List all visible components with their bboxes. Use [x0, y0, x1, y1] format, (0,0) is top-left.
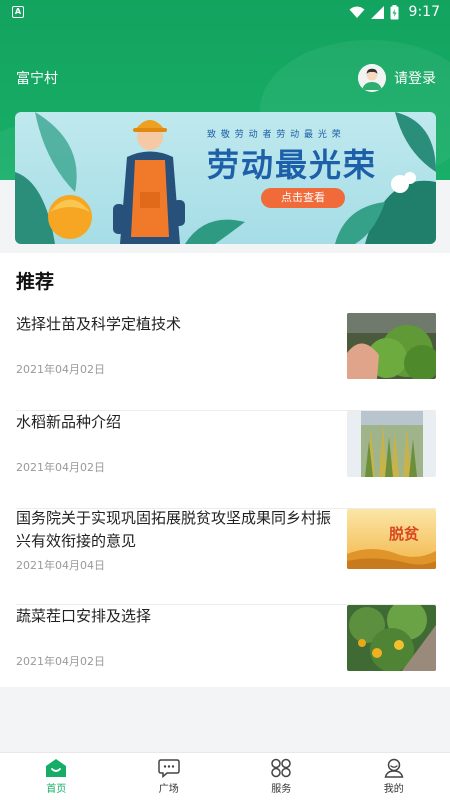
tab-label: 首页 [46, 784, 67, 795]
banner-small-text: 致 敬 劳 动 者 劳 动 最 光 荣 [207, 130, 342, 140]
top-bar: 富宁村 请登录 [0, 60, 450, 96]
news-thumbnail[interactable]: 脱贫 [347, 509, 436, 569]
news-date: 2021年04月02日 [16, 655, 105, 668]
notification-badge: A [12, 6, 24, 18]
list-item[interactable]: 水稻新品种介绍 2021年04月02日 [16, 411, 436, 509]
grid-icon [271, 758, 291, 778]
banner-view-button[interactable]: 点击查看 [261, 188, 345, 208]
list-item[interactable]: 国务院关于实现巩固拓展脱贫攻坚成果同乡村振兴有效衔接的意见 2021年04月04… [16, 507, 436, 605]
thumb-title-text: 脱贫 [389, 525, 420, 543]
status-time: 9:17 [408, 4, 440, 20]
status-bar: A 9:17 [0, 0, 450, 24]
village-name[interactable]: 富宁村 [16, 68, 58, 88]
login-label[interactable]: 请登录 [394, 68, 436, 88]
home-icon [46, 759, 67, 777]
news-thumbnail[interactable] [347, 411, 436, 477]
news-date: 2021年04月02日 [16, 461, 105, 474]
tab-label: 服务 [271, 784, 292, 795]
tab-label: 我的 [383, 784, 404, 795]
list-item[interactable]: 选择壮苗及科学定植技术 2021年04月02日 [16, 313, 436, 411]
wifi-icon [349, 6, 365, 18]
news-thumbnail[interactable] [347, 605, 436, 671]
banner-headline: 劳动最光荣 [207, 146, 378, 184]
bottom-nav: 首页 广场 服务 我的 [0, 752, 450, 800]
login-button[interactable]: 请登录 [358, 64, 436, 92]
recommend-section: 推荐 选择壮苗及科学定植技术 2021年04月02日 水稻新品种介绍 2021年… [0, 253, 450, 687]
tab-label: 广场 [158, 784, 179, 795]
avatar[interactable] [358, 64, 386, 92]
user-icon [384, 758, 404, 778]
news-title[interactable]: 水稻新品种介绍 [16, 411, 334, 434]
news-date: 2021年04月02日 [16, 363, 105, 376]
promo-banner[interactable]: 致 敬 劳 动 者 劳 动 最 光 荣 劳动最光荣 点击查看 [15, 112, 436, 244]
signal-icon [370, 5, 384, 19]
news-title[interactable]: 国务院关于实现巩固拓展脱贫攻坚成果同乡村振兴有效衔接的意见 [16, 507, 334, 553]
tab-mine[interactable]: 我的 [338, 753, 450, 800]
news-thumbnail[interactable] [347, 313, 436, 379]
news-title[interactable]: 选择壮苗及科学定植技术 [16, 313, 334, 336]
tab-square[interactable]: 广场 [113, 753, 226, 800]
battery-icon [390, 4, 399, 19]
section-title: 推荐 [16, 271, 55, 293]
user-avatar-icon [358, 64, 386, 92]
tab-home[interactable]: 首页 [0, 753, 113, 800]
list-item[interactable]: 蔬菜茬口安排及选择 2021年04月02日 [16, 605, 436, 703]
news-date: 2021年04月04日 [16, 559, 105, 572]
chat-bubble-icon [158, 759, 180, 778]
tab-services[interactable]: 服务 [225, 753, 338, 800]
news-title[interactable]: 蔬菜茬口安排及选择 [16, 605, 334, 628]
